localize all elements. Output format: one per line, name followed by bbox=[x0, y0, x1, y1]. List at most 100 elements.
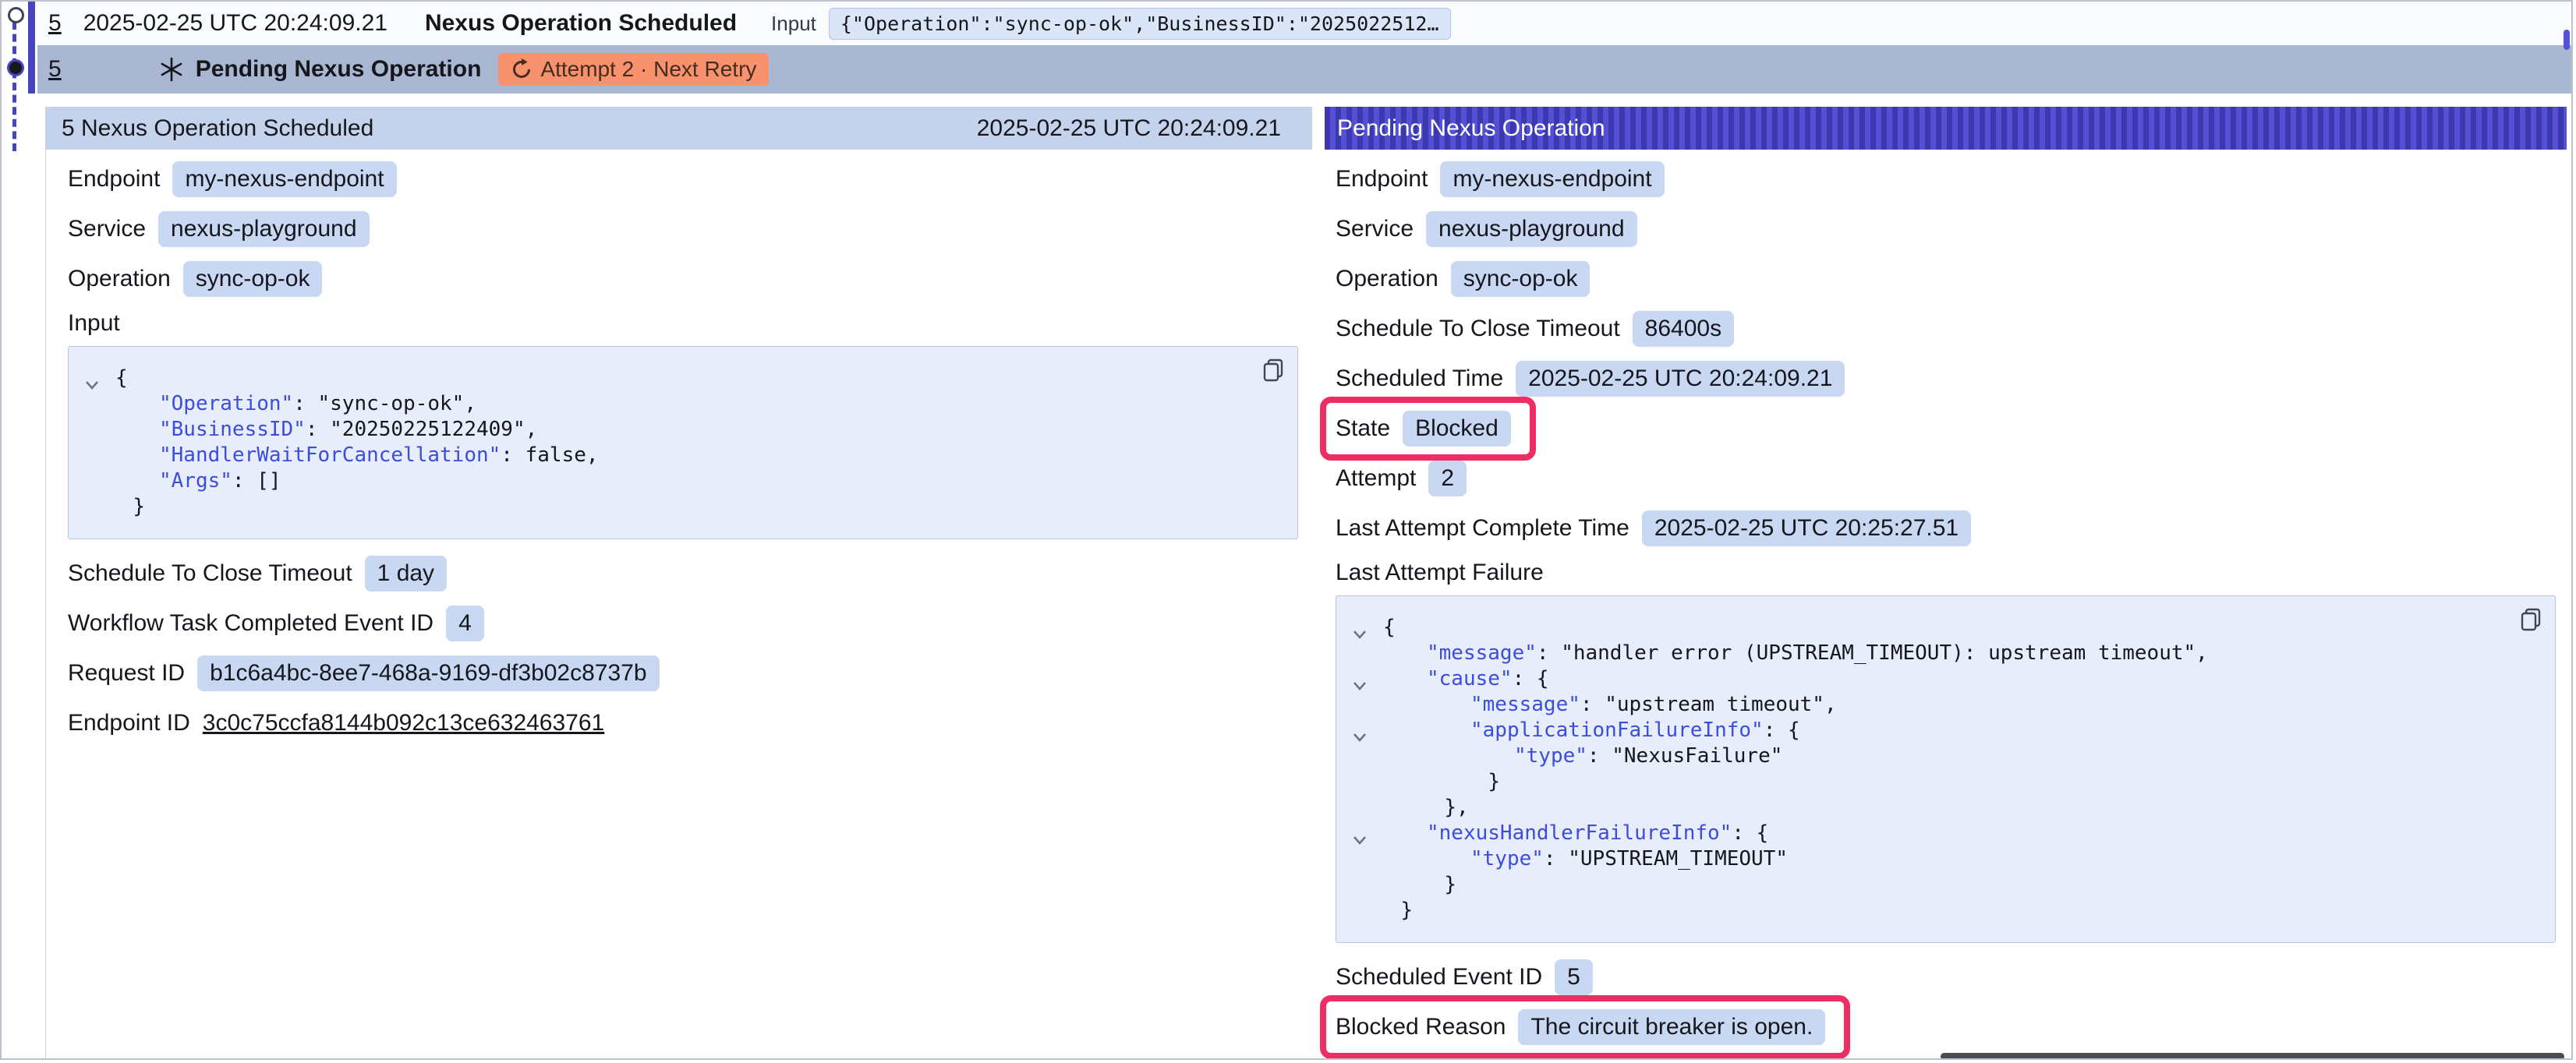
json-key: "BusinessID" bbox=[159, 418, 306, 441]
field-label: Endpoint bbox=[68, 166, 160, 192]
field-row-endpoint: Endpoint my-nexus-endpoint bbox=[1336, 161, 2556, 198]
retry-icon bbox=[511, 58, 533, 80]
field-row-service: Servicenexus-playground bbox=[1336, 210, 2556, 248]
highlight-box: Blocked Reason The circuit breaker is ope… bbox=[1320, 995, 1850, 1059]
field-row-endpoint-id: Endpoint ID 3c0c75ccfa8144b092c13ce632463… bbox=[68, 705, 1298, 742]
vertical-scrollbar-thumb[interactable] bbox=[2564, 30, 2570, 50]
event-input-preview: {"Operation":"sync-op-ok","BusinessID":"… bbox=[829, 8, 1451, 40]
field-label: Operation bbox=[1336, 266, 1438, 292]
json-key: "message" bbox=[1427, 641, 1537, 665]
json-text: : "20250225122409", bbox=[306, 418, 537, 441]
json-text: }, bbox=[1444, 796, 1468, 819]
field-row-attempt: Attempt 2 bbox=[1336, 460, 2556, 497]
field-label: Endpoint ID bbox=[68, 710, 190, 736]
field-value-chip: 86400s bbox=[1633, 311, 1734, 347]
field-value-chip: 2025-02-25 UTC 20:25:27.51 bbox=[1642, 510, 1971, 546]
field-label: Last Attempt Complete Time bbox=[1336, 515, 1629, 542]
json-text: } bbox=[133, 495, 145, 518]
event-detail-panel: 5 Nexus Operation Scheduled 2025-02-25 U… bbox=[45, 107, 1312, 1058]
json-text: : { bbox=[1513, 667, 1549, 690]
json-text: : "NexusFailure" bbox=[1587, 744, 1782, 768]
event-detail-title: 5 Nexus Operation Scheduled bbox=[62, 115, 977, 142]
event-id-link[interactable]: 5 bbox=[48, 10, 62, 37]
field-label: Schedule To Close Timeout bbox=[1336, 316, 1620, 342]
pending-operation-title: Pending Nexus Operation bbox=[196, 56, 482, 83]
horizontal-scrollbar-thumb[interactable] bbox=[1941, 1053, 2564, 1060]
field-label: Service bbox=[1336, 216, 1414, 242]
field-label: Scheduled Time bbox=[1336, 366, 1503, 392]
field-value-chip: nexus-playground bbox=[158, 211, 370, 247]
pending-operation-header: Pending Nexus Operation bbox=[1325, 107, 2567, 150]
event-input-label: Input bbox=[771, 12, 816, 36]
field-label: Attempt bbox=[1336, 465, 1416, 492]
field-value-chip: 2 bbox=[1428, 461, 1467, 496]
event-name: Nexus Operation Scheduled bbox=[425, 10, 737, 37]
field-value-link[interactable]: 3c0c75ccfa8144b092c13ce632463761 bbox=[203, 710, 604, 736]
json-text: { bbox=[1383, 616, 1396, 639]
copy-button[interactable] bbox=[2518, 606, 2544, 634]
field-row-scheduled-time: Scheduled Time 2025-02-25 UTC 20:24:09.21 bbox=[1336, 360, 2556, 397]
field-value-chip: sync-op-ok bbox=[1451, 261, 1591, 297]
pending-operation-header-title: Pending Nexus Operation bbox=[1337, 115, 2554, 142]
field-label: Endpoint bbox=[1336, 166, 1428, 192]
json-text: } bbox=[1444, 873, 1456, 896]
field-row-request-id: Request IDb1c6a4bc-8ee7-468a-9169-df3b02… bbox=[68, 655, 1298, 692]
field-row-scheduled-event-id: Scheduled Event ID5 bbox=[1336, 959, 2556, 996]
json-text: : "sync-op-ok", bbox=[293, 392, 476, 415]
json-key: "cause" bbox=[1427, 667, 1513, 690]
timeline-connector-line bbox=[12, 22, 16, 151]
json-key: "Operation" bbox=[159, 392, 293, 415]
field-label: State bbox=[1336, 415, 1390, 442]
field-value-chip: sync-op-ok bbox=[183, 261, 323, 297]
field-value-chip: my-nexus-endpoint bbox=[1440, 161, 1664, 197]
event-history-screen: 5 2025-02-25 UTC 20:24:09.21 Nexus Opera… bbox=[0, 0, 2573, 1060]
field-label: Schedule To Close Timeout bbox=[68, 560, 352, 587]
event-time: 2025-02-25 UTC 20:24:09.21 bbox=[83, 10, 387, 37]
event-row[interactable]: 5 2025-02-25 UTC 20:24:09.21 Nexus Opera… bbox=[37, 2, 2571, 45]
field-label: Request ID bbox=[68, 660, 185, 687]
event-detail-time: 2025-02-25 UTC 20:24:09.21 bbox=[977, 115, 1281, 142]
field-value-chip: 5 bbox=[1555, 959, 1593, 995]
field-row-schedule-to-close-timeout: Schedule To Close Timeout 1 day bbox=[68, 555, 1298, 592]
timeline-marker-filled-icon bbox=[7, 59, 24, 76]
failure-json-block: {"message": "handler error (UPSTREAM_TIM… bbox=[1336, 595, 2556, 943]
copy-button[interactable] bbox=[1260, 356, 1286, 385]
json-key: "type" bbox=[1514, 744, 1587, 768]
field-label: Workflow Task Completed Event ID bbox=[68, 610, 433, 637]
field-value-chip: 2025-02-25 UTC 20:24:09.21 bbox=[1516, 361, 1845, 397]
json-text: : "handler error (UPSTREAM_TIMEOUT): ups… bbox=[1537, 641, 2208, 665]
json-key: "HandlerWaitForCancellation" bbox=[159, 443, 501, 467]
field-label: Blocked Reason bbox=[1336, 1014, 1506, 1040]
retry-badge: Attempt 2 · Next Retry bbox=[498, 53, 769, 86]
json-text: : [] bbox=[232, 469, 281, 493]
field-value-chip: my-nexus-endpoint bbox=[172, 161, 396, 197]
highlight-box: StateBlocked bbox=[1320, 397, 1536, 461]
input-json-block: {"Operation": "sync-op-ok","BusinessID":… bbox=[68, 346, 1298, 539]
json-key: "type" bbox=[1470, 847, 1544, 871]
field-row-operation: Operationsync-op-ok bbox=[68, 260, 1298, 298]
json-key: "applicationFailureInfo" bbox=[1470, 719, 1764, 742]
retry-badge-label: Attempt 2 · Next Retry bbox=[540, 57, 756, 82]
field-row-workflow-task-completed-event-id: Workflow Task Completed Event ID 4 bbox=[68, 605, 1298, 642]
asterisk-icon bbox=[158, 56, 185, 83]
field-value-chip: The circuit breaker is open. bbox=[1518, 1009, 1825, 1045]
event-detail-header: 5 Nexus Operation Scheduled 2025-02-25 U… bbox=[46, 107, 1312, 150]
field-value-chip: 1 day bbox=[365, 556, 447, 592]
pending-operation-row[interactable]: 5 Pending Nexus Operation Attempt 2 · Ne… bbox=[37, 45, 2571, 94]
field-row-operation: Operation sync-op-ok bbox=[1336, 260, 2556, 298]
field-row-service: Servicenexus-playground bbox=[68, 210, 1298, 248]
json-text: : { bbox=[1764, 719, 1800, 742]
pending-event-id-link[interactable]: 5 bbox=[48, 56, 62, 83]
json-text: } bbox=[1488, 770, 1500, 793]
field-row-last-attempt-complete-time: Last Attempt Complete Time 2025-02-25 UTC… bbox=[1336, 510, 2556, 547]
json-key: "message" bbox=[1470, 693, 1580, 716]
json-key: "Args" bbox=[159, 469, 232, 493]
last-attempt-failure-label: Last Attempt Failure bbox=[1336, 560, 2556, 586]
field-row-blocked-reason: Blocked Reason The circuit breaker is ope… bbox=[1336, 1008, 2556, 1046]
field-row-schedule-to-close-timeout: Schedule To Close Timeout 86400s bbox=[1336, 310, 2556, 348]
json-text: : false, bbox=[501, 443, 598, 467]
selected-event-indicator bbox=[28, 2, 35, 94]
field-row-endpoint: Endpoint my-nexus-endpoint bbox=[68, 161, 1298, 198]
json-text: } bbox=[1400, 899, 1413, 922]
field-value-chip: 4 bbox=[446, 606, 484, 641]
